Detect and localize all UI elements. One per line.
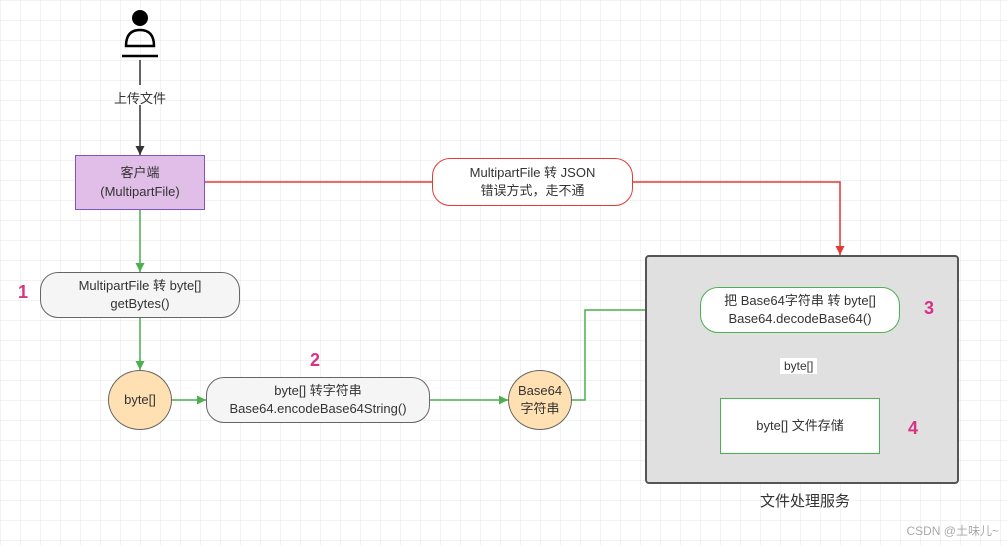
byte-node: byte[] (108, 370, 172, 430)
step2-number: 2 (310, 350, 320, 371)
step1-line1: MultipartFile 转 byte[] (79, 277, 202, 295)
step4-number: 4 (908, 418, 918, 439)
base64-node: Base64 字符串 (508, 370, 572, 430)
service-label: 文件处理服务 (745, 490, 865, 511)
step1-number: 1 (18, 282, 28, 303)
actor-icon (120, 8, 160, 60)
step2-line1: byte[] 转字符串 (274, 382, 361, 400)
step3-node: 把 Base64字符串 转 byte[] Base64.decodeBase64… (700, 287, 900, 333)
step1-line2: getBytes() (110, 295, 169, 313)
watermark: CSDN @土味儿~ (906, 522, 999, 539)
step4-node: byte[] 文件存储 (720, 398, 880, 454)
step3-line2: Base64.decodeBase64() (728, 310, 871, 328)
base64-line1: Base64 (518, 382, 562, 400)
byte-label: byte[] (124, 391, 156, 409)
byte-edge-label: byte[] (780, 358, 817, 374)
base64-line2: 字符串 (520, 400, 559, 418)
step3-number: 3 (924, 298, 934, 319)
actor-label: 上传文件 (110, 88, 170, 107)
step2-node: byte[] 转字符串 Base64.encodeBase64String() (206, 377, 430, 423)
client-line2: (MultipartFile) (100, 183, 179, 201)
step4-line1: byte[] 文件存储 (756, 417, 843, 435)
json-line1: MultipartFile 转 JSON (470, 164, 596, 182)
json-line2: 错误方式，走不通 (480, 182, 584, 200)
step1-node: MultipartFile 转 byte[] getBytes() (40, 272, 240, 318)
step3-line1: 把 Base64字符串 转 byte[] (724, 292, 876, 310)
json-error-node: MultipartFile 转 JSON 错误方式，走不通 (432, 158, 633, 206)
client-node: 客户端 (MultipartFile) (75, 155, 205, 210)
client-line1: 客户端 (120, 164, 159, 182)
step2-line2: Base64.encodeBase64String() (229, 400, 406, 418)
